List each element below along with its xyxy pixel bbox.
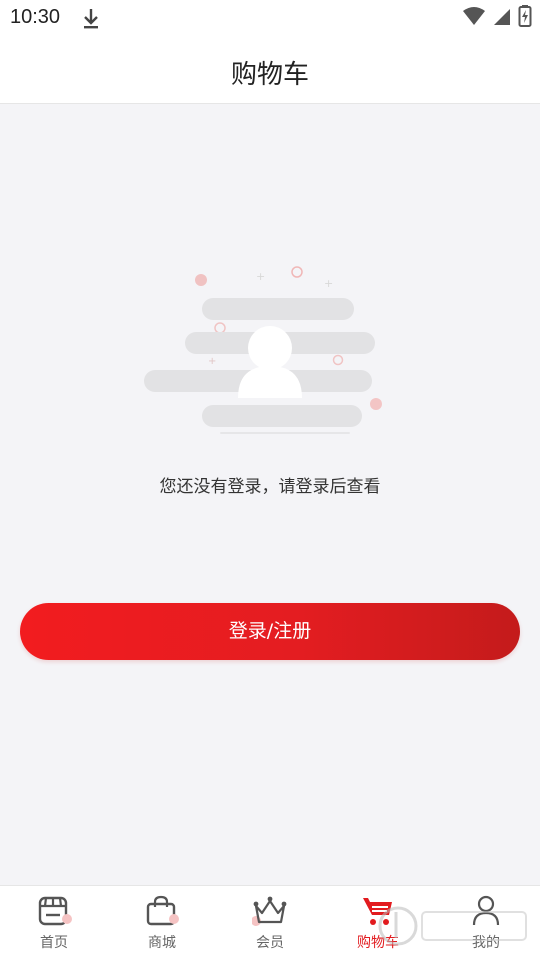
tab-cart-label: 购物车	[357, 935, 399, 951]
tab-home-label: 首页	[40, 935, 68, 951]
app-header: 购物车	[0, 38, 540, 104]
tab-mall-label: 商城	[148, 935, 176, 951]
login-register-button[interactable]: 登录/注册	[20, 603, 520, 660]
svg-text:+: +	[256, 270, 265, 283]
shopping-bag-icon	[144, 894, 180, 928]
battery-icon	[518, 4, 532, 32]
login-prompt-text: 您还没有登录，请登录后查看	[159, 477, 381, 497]
bottom-tabbar: 首页 商城 会员 购物车 我的	[0, 885, 540, 960]
cellular-signal-icon	[492, 5, 512, 31]
tab-cart[interactable]: 购物车	[324, 886, 432, 960]
status-icons	[462, 4, 532, 32]
store-icon	[36, 894, 72, 928]
svg-text:+: +	[324, 277, 333, 290]
status-bar: 10:30	[0, 0, 540, 38]
person-icon	[468, 894, 504, 928]
tab-profile-label: 我的	[472, 935, 500, 951]
tab-member-label: 会员	[256, 935, 284, 951]
download-icon	[80, 6, 102, 30]
svg-text:+: +	[208, 356, 216, 367]
cart-screen: 10:30 购物车 + + + 您还没有登录，请登录后查看 登录/注册 首页 商…	[0, 0, 540, 960]
tab-mall[interactable]: 商城	[108, 886, 216, 960]
status-time: 10:30	[10, 6, 61, 28]
cart-icon	[360, 894, 396, 928]
wifi-icon	[462, 5, 486, 31]
tab-profile[interactable]: 我的	[432, 886, 540, 960]
tab-home[interactable]: 首页	[0, 886, 108, 960]
page-title: 购物车	[230, 60, 309, 90]
tab-member[interactable]: 会员	[216, 886, 324, 960]
crown-icon	[251, 894, 288, 928]
empty-user-illustration: + + +	[140, 260, 400, 440]
